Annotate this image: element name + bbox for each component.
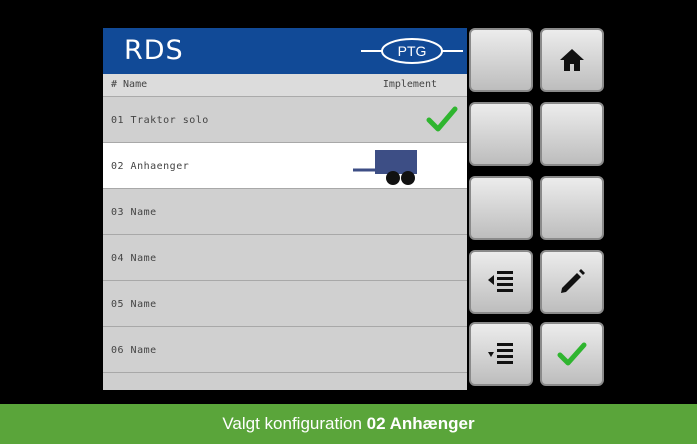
app-title: RDS: [124, 35, 184, 66]
list-item-selected[interactable]: 02 Anhaenger: [103, 143, 467, 189]
list-item-label: 05 Name: [111, 299, 157, 310]
header-bar: RDS PTG: [103, 28, 467, 74]
softkey-empty-5[interactable]: [540, 176, 604, 240]
ptg-logo: PTG: [361, 38, 463, 64]
column-implement: Implement: [382, 79, 437, 90]
edit-button[interactable]: [540, 250, 604, 314]
check-icon: [426, 106, 458, 132]
confirm-icon: [557, 342, 587, 366]
trailer-icon: [353, 150, 417, 185]
softkey-empty-4[interactable]: [469, 176, 533, 240]
confirm-button[interactable]: [540, 322, 604, 386]
list-item[interactable]: 05 Name: [103, 281, 467, 327]
softkey-empty-3[interactable]: [540, 102, 604, 166]
list-item[interactable]: 04 Name: [103, 235, 467, 281]
footer-prefix: Valgt konfiguration: [222, 414, 367, 433]
footer-selected-config: 02 Anhænger: [366, 414, 475, 433]
list-item[interactable]: 03 Name: [103, 189, 467, 235]
list-item-label: 04 Name: [111, 253, 157, 264]
move-down-button[interactable]: [469, 322, 533, 386]
list-item-label: 02 Anhaenger: [111, 161, 190, 172]
logo-text: PTG: [398, 43, 427, 59]
list-item[interactable]: 01 Traktor solo: [103, 97, 467, 143]
status-footer: Valgt konfiguration 02 Anhænger: [0, 404, 697, 444]
edit-icon: [561, 269, 585, 293]
softkey-empty-1[interactable]: [469, 28, 533, 92]
list-item-label: 03 Name: [111, 207, 157, 218]
home-button[interactable]: [540, 28, 604, 92]
column-header: # Name Implement: [103, 74, 467, 97]
move-down-icon: [488, 343, 513, 364]
list-item-label: 01 Traktor solo: [111, 115, 209, 126]
home-icon: [560, 49, 584, 71]
list-item[interactable]: 06 Name: [103, 327, 467, 373]
move-up-icon: [488, 271, 513, 292]
terminal-screen: RDS PTG # Name Implement 01 Traktor solo…: [0, 0, 697, 404]
config-list-panel: RDS PTG # Name Implement 01 Traktor solo…: [103, 28, 467, 390]
softkey-empty-2[interactable]: [469, 102, 533, 166]
list-item-label: 06 Name: [111, 345, 157, 356]
move-up-button[interactable]: [469, 250, 533, 314]
column-name: # Name: [111, 79, 148, 90]
